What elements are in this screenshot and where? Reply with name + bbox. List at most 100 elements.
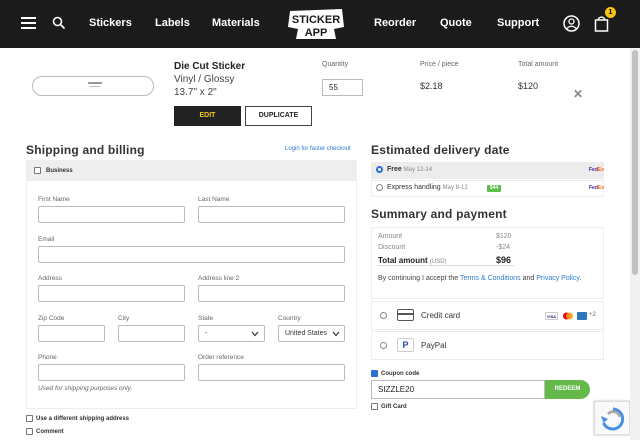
different-address-label: Use a different shipping address	[36, 416, 130, 422]
first-name-input[interactable]	[38, 206, 185, 223]
page-scrollbar[interactable]	[630, 48, 640, 440]
address2-input[interactable]	[198, 285, 345, 302]
email-label: Email	[38, 236, 55, 243]
order-reference-input[interactable]	[198, 364, 345, 381]
business-label: Business	[46, 168, 73, 174]
duplicate-button[interactable]: DUPLICATE	[245, 106, 312, 126]
discount-label: Discount	[378, 244, 406, 251]
gift-card-label: Gift Card	[381, 404, 407, 410]
terms-suffix: .	[579, 275, 582, 282]
credit-card-radio[interactable]	[380, 312, 387, 319]
comment-label: Comment	[36, 429, 64, 435]
state-select-value: -	[205, 330, 208, 337]
express-price-badge: $44	[487, 185, 501, 192]
delivery-free-radio[interactable]	[376, 166, 383, 173]
email-input[interactable]	[38, 246, 345, 263]
phone-input[interactable]	[38, 364, 185, 381]
summary-title: Summary and payment	[371, 207, 507, 221]
fedex-logo: FedEx	[589, 185, 605, 191]
delivery-title: Estimated delivery date	[371, 143, 510, 157]
total-amount-label: Total amount (USD)	[378, 256, 447, 265]
privacy-link[interactable]: Privacy Policy	[536, 275, 579, 282]
discount-value: -$24	[496, 244, 511, 251]
delivery-free-label: Free	[387, 166, 402, 173]
delivery-express-label: Express handling	[387, 184, 441, 191]
redeem-button[interactable]: REDEEM	[545, 380, 590, 399]
comment-checkbox[interactable]	[26, 428, 33, 435]
different-address-checkbox[interactable]	[26, 415, 33, 422]
stickerapp-logo[interactable]: STICKER APP	[286, 7, 346, 41]
edit-button[interactable]: EDIT	[174, 106, 241, 126]
terms-text: By continuing I accept the Terms & Condi…	[378, 273, 593, 285]
credit-card-label: Credit card	[421, 311, 461, 320]
fedex-logo: FedEx	[589, 167, 605, 173]
login-link[interactable]: Login for faster checkout	[285, 146, 351, 152]
coupon-checkbox[interactable]	[371, 370, 378, 377]
delivery-express-radio[interactable]	[376, 184, 383, 191]
last-name-input[interactable]	[198, 206, 345, 223]
address2-label: Address line 2	[198, 275, 240, 282]
delivery-express-text: Express handling May 8-12	[387, 184, 468, 191]
mastercard-icon	[563, 312, 573, 320]
nav-reorder[interactable]: Reorder	[374, 17, 416, 29]
chevron-down-icon	[332, 331, 340, 337]
paypal-radio[interactable]	[380, 342, 387, 349]
nav-materials[interactable]: Materials	[212, 17, 260, 29]
total-amount-value: $96	[496, 255, 512, 265]
recaptcha-icon	[601, 407, 625, 431]
city-input[interactable]	[118, 325, 185, 342]
menu-icon[interactable]	[21, 17, 36, 30]
nav-stickers[interactable]: Stickers	[89, 17, 132, 29]
phone-label: Phone	[38, 354, 57, 361]
order-reference-label: Order reference	[198, 354, 244, 361]
amount-value: $120	[496, 233, 512, 240]
quantity-input[interactable]: 55	[322, 79, 363, 96]
top-navbar: Stickers Labels Materials STICKER APP Re…	[0, 0, 640, 48]
quantity-label: Quantity	[322, 61, 349, 68]
product-size: 13.7" x 2"	[174, 87, 217, 98]
gift-card-checkbox[interactable]	[371, 403, 378, 410]
scrollbar-thumb[interactable]	[632, 50, 638, 275]
nav-support[interactable]: Support	[497, 17, 539, 29]
delivery-free-date: May 12-14	[403, 167, 433, 173]
total-value: $120	[518, 81, 539, 91]
delivery-free-text: Free May 12-14	[387, 166, 432, 173]
state-label: State	[198, 315, 214, 322]
price-label: Price / piece	[420, 61, 459, 68]
summary-divider	[378, 265, 514, 266]
nav-quote[interactable]: Quote	[440, 17, 472, 29]
more-cards-count: +2	[589, 312, 596, 318]
business-checkbox[interactable]	[34, 167, 41, 174]
paypal-icon: P	[397, 338, 414, 352]
cart-count-badge: 1	[605, 7, 616, 18]
shipping-title: Shipping and billing	[26, 143, 145, 157]
user-account-icon[interactable]	[563, 15, 580, 32]
credit-card-icon	[397, 309, 414, 321]
total-label: Total amount	[518, 61, 559, 68]
business-row	[26, 161, 357, 181]
amex-icon	[577, 312, 587, 320]
city-label: City	[118, 315, 130, 322]
recaptcha-badge[interactable]	[594, 401, 630, 435]
last-name-label: Last Name	[198, 196, 230, 203]
coupon-input[interactable]: SIZZLE20	[371, 380, 545, 399]
phone-hint: Used for shipping purposes only.	[38, 385, 133, 392]
product-title: Die Cut Sticker	[174, 61, 246, 72]
address-input[interactable]	[38, 285, 185, 302]
cart-icon[interactable]	[594, 15, 609, 32]
terms-and: and	[520, 275, 537, 282]
country-select-value: United States	[285, 330, 328, 337]
logo-text-sticker: STICKER	[292, 14, 340, 26]
product-thumbnail[interactable]	[32, 76, 154, 96]
coupon-label: Coupon code	[381, 371, 420, 377]
address-label: Address	[38, 275, 62, 282]
search-icon[interactable]	[52, 16, 66, 30]
zip-input[interactable]	[38, 325, 105, 342]
visa-icon: VISA	[545, 312, 558, 320]
remove-item-icon[interactable]: ✕	[573, 87, 583, 101]
nav-labels[interactable]: Labels	[155, 17, 190, 29]
terms-link[interactable]: Terms & Conditions	[460, 275, 521, 282]
price-value: $2.18	[420, 81, 443, 91]
country-label: Country	[278, 315, 301, 322]
product-material: Vinyl / Glossy	[174, 74, 235, 85]
